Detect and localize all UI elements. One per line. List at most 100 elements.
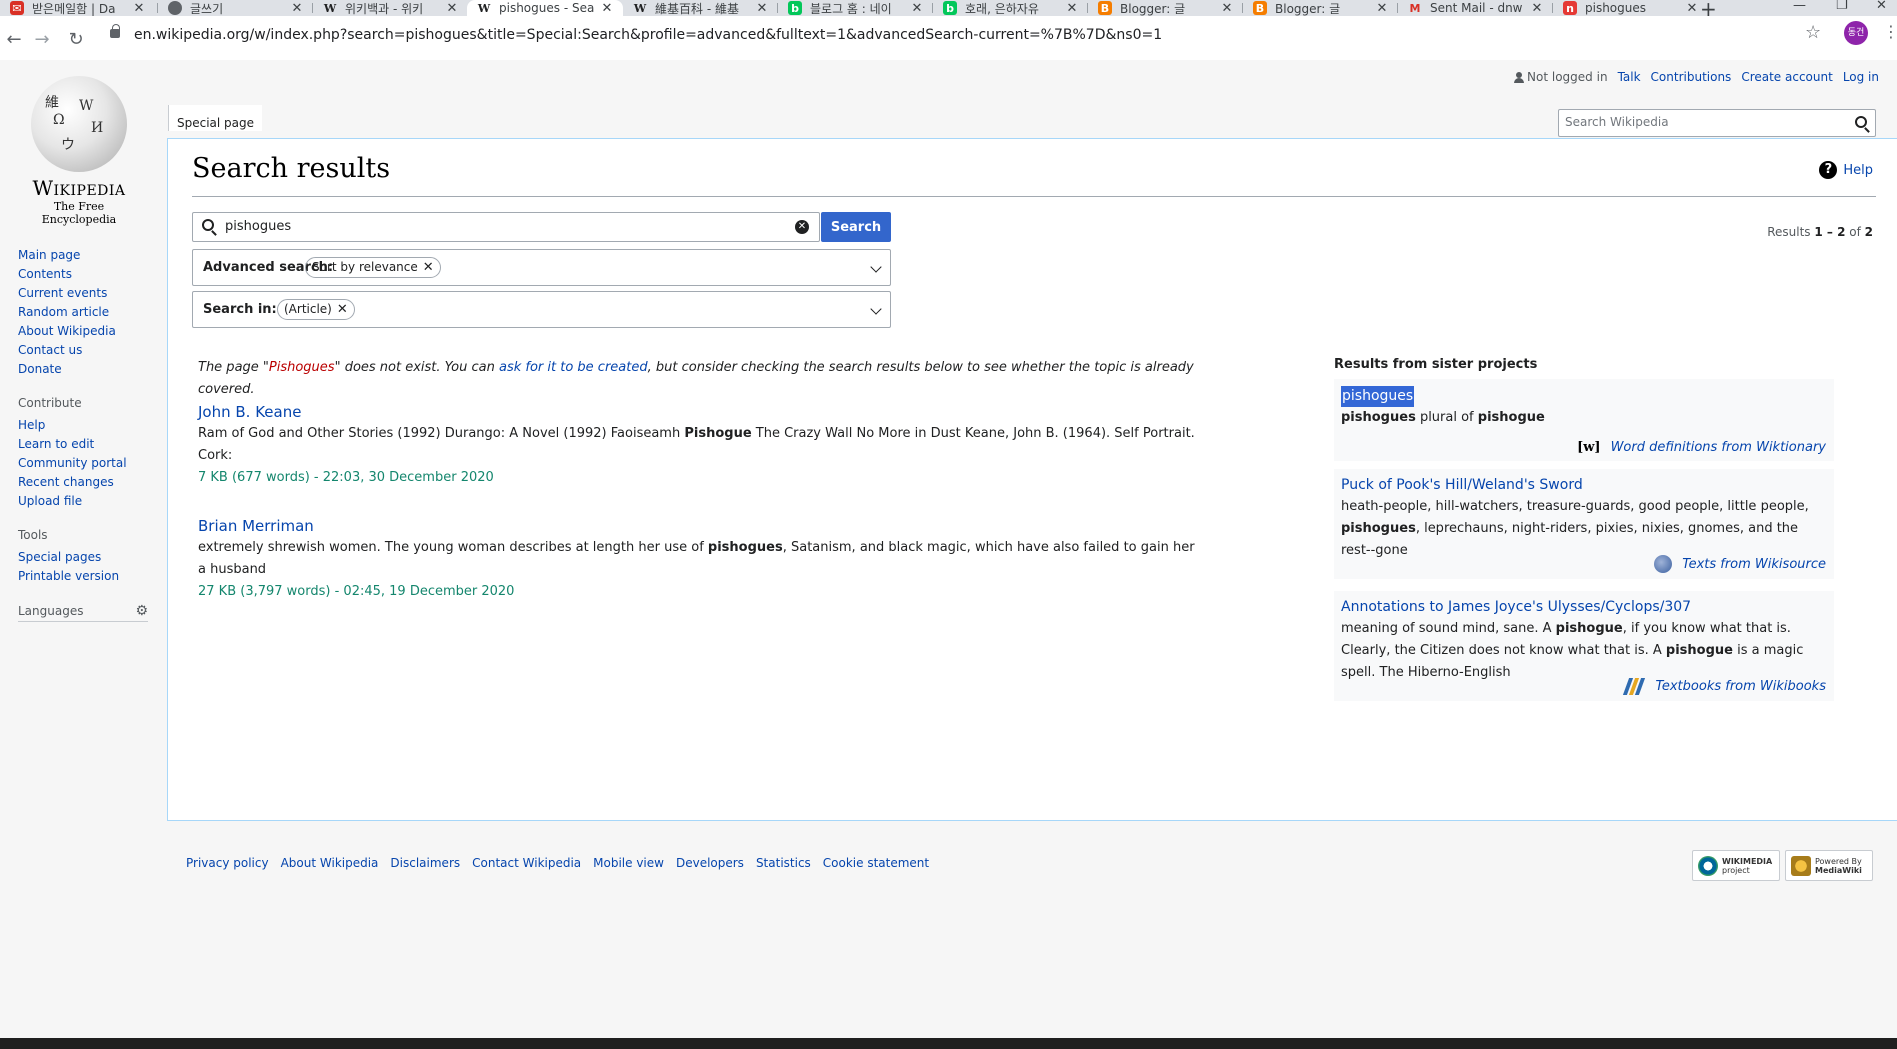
browser-tab[interactable]: W 위키백과 - 위키 ✕ xyxy=(313,0,468,16)
restore-icon[interactable]: ❐ xyxy=(1836,0,1848,13)
sister-result-title[interactable]: Annotations to James Joyce's Ulysses/Cyc… xyxy=(1341,597,1827,618)
powered-by-mediawiki-badge[interactable]: Powered By MediaWiki xyxy=(1785,850,1873,881)
browser-tab[interactable]: M Sent Mail - dnw ✕ xyxy=(1398,0,1553,16)
search-button[interactable]: Search xyxy=(821,212,891,242)
sidebar-item-printable-version[interactable]: Printable version xyxy=(18,567,158,586)
request-article-link[interactable]: ask for it to be created xyxy=(499,360,648,375)
contributions-link[interactable]: Contributions xyxy=(1651,70,1732,84)
languages-label: Languages xyxy=(18,604,84,618)
close-tab-icon[interactable]: ✕ xyxy=(289,1,305,16)
footer-statistics[interactable]: Statistics xyxy=(756,856,811,870)
sidebar-item-current-events[interactable]: Current events xyxy=(18,284,158,303)
sister-source-link[interactable]: Textbooks from Wikibooks xyxy=(1622,677,1826,695)
result-title-link[interactable]: Brian Merriman xyxy=(198,515,1198,537)
search-in-panel[interactable]: Search in: (Article) ✕ xyxy=(192,291,891,328)
browser-tab[interactable]: W 維基百科 - 維基 ✕ xyxy=(623,0,778,16)
sidebar-item-main-page[interactable]: Main page xyxy=(18,246,158,265)
browser-tab[interactable]: b 호래, 은하자유 ✕ xyxy=(933,0,1088,16)
footer-disclaimers[interactable]: Disclaimers xyxy=(390,856,460,870)
profile-avatar[interactable]: 동건 xyxy=(1844,21,1868,45)
browser-tab[interactable]: n pishogues ✕ xyxy=(1553,0,1708,16)
sidebar-item-recent-changes[interactable]: Recent changes xyxy=(18,473,158,492)
wikimedia-icon xyxy=(1698,855,1718,876)
gear-icon[interactable]: ⚙ xyxy=(135,603,148,619)
browser-tab-active[interactable]: W pishogues - Sea ✕ xyxy=(467,0,623,16)
address-bar[interactable]: en.wikipedia.org/w/index.php?search=pish… xyxy=(100,21,1840,51)
wikipedia-icon: W xyxy=(633,1,647,15)
browser-tab[interactable]: ✉ 받은메일함 | Da ✕ xyxy=(0,0,155,16)
footer-about[interactable]: About Wikipedia xyxy=(281,856,379,870)
namespace-chip[interactable]: (Article) ✕ xyxy=(277,299,355,320)
help-link[interactable]: ? Help xyxy=(1819,161,1873,179)
url-text[interactable]: en.wikipedia.org/w/index.php?search=pish… xyxy=(134,27,1162,43)
result-metadata: 27 KB (3,797 words) - 02:45, 19 December… xyxy=(198,584,515,599)
sidebar-item-contact[interactable]: Contact us xyxy=(18,341,158,360)
header-search-input[interactable] xyxy=(1565,115,1845,129)
result-snippet: Ram of God and Other Stories (1992) Dura… xyxy=(198,426,1195,463)
log-in-link[interactable]: Log in xyxy=(1843,70,1879,84)
page-title: Search results xyxy=(192,153,391,184)
talk-link[interactable]: Talk xyxy=(1618,70,1641,84)
close-tab-icon[interactable]: ✕ xyxy=(131,1,147,16)
close-tab-icon[interactable]: ✕ xyxy=(1684,1,1700,16)
tab-special-page[interactable]: Special page xyxy=(168,105,263,131)
sister-source-link[interactable]: Texts from Wikisource xyxy=(1654,555,1826,573)
sidebar-item-contents[interactable]: Contents xyxy=(18,265,158,284)
missing-page-link[interactable]: Pishogues xyxy=(269,360,335,375)
browser-menu-icon[interactable]: ⋮ xyxy=(1883,22,1897,41)
sidebar-item-about[interactable]: About Wikipedia xyxy=(18,322,158,341)
browser-tab[interactable]: B Blogger: 글 ✕ xyxy=(1243,0,1398,16)
browser-tab[interactable]: B Blogger: 글 ✕ xyxy=(1088,0,1243,16)
back-icon[interactable]: ← xyxy=(0,26,28,54)
advanced-search-panel[interactable]: Advanced search: Sort by relevance ✕ xyxy=(192,249,891,286)
chevron-down-icon[interactable] xyxy=(870,261,882,273)
wikipedia-logo[interactable]: Ω W И ウ 維 Wikipedia The Free Encyclopedi… xyxy=(18,76,140,226)
sidebar-item-community-portal[interactable]: Community portal xyxy=(18,454,158,473)
sort-chip[interactable]: Sort by relevance ✕ xyxy=(305,257,441,278)
sidebar-item-help[interactable]: Help xyxy=(18,416,158,435)
wikimedia-project-badge[interactable]: WIKIMEDIA project xyxy=(1692,850,1780,881)
sister-source-link[interactable]: [w] Word definitions from Wiktionary xyxy=(1577,440,1826,455)
close-tab-icon[interactable]: ✕ xyxy=(754,1,770,16)
results-total: 2 xyxy=(1864,225,1873,239)
header-search-box xyxy=(1558,109,1876,137)
footer-contact[interactable]: Contact Wikipedia xyxy=(472,856,581,870)
close-tab-icon[interactable]: ✕ xyxy=(444,1,460,16)
footer-cookie-statement[interactable]: Cookie statement xyxy=(823,856,929,870)
sidebar-item-donate[interactable]: Donate xyxy=(18,360,158,379)
search-icon[interactable] xyxy=(1855,116,1867,128)
close-tab-icon[interactable]: ✕ xyxy=(1064,1,1080,16)
clear-search-icon[interactable]: ✕ xyxy=(795,220,809,234)
chevron-down-icon[interactable] xyxy=(870,303,882,315)
sister-source-label: Textbooks from Wikibooks xyxy=(1655,678,1826,694)
reload-icon[interactable]: ↻ xyxy=(62,26,90,54)
new-tab-icon[interactable]: + xyxy=(1700,0,1717,16)
footer-developers[interactable]: Developers xyxy=(676,856,744,870)
close-tab-icon[interactable]: ✕ xyxy=(909,1,925,16)
browser-tab[interactable]: 글쓰기 ✕ xyxy=(158,0,313,16)
bookmark-star-icon[interactable]: ☆ xyxy=(1805,22,1821,43)
window-close-icon[interactable]: ✕ xyxy=(1876,0,1887,13)
close-tab-icon[interactable]: ✕ xyxy=(1529,1,1545,16)
wikipedia-tagline: The Free Encyclopedia xyxy=(41,200,117,226)
footer-mobile-view[interactable]: Mobile view xyxy=(593,856,664,870)
result-title-link[interactable]: John B. Keane xyxy=(198,401,1198,423)
sidebar-item-learn-to-edit[interactable]: Learn to edit xyxy=(18,435,158,454)
sidebar-item-random-article[interactable]: Random article xyxy=(18,303,158,322)
minimize-icon[interactable]: — xyxy=(1793,0,1806,13)
tab-title: 維基百科 - 維基 xyxy=(655,1,739,16)
sidebar-item-special-pages[interactable]: Special pages xyxy=(18,548,158,567)
search-input[interactable] xyxy=(225,219,785,234)
sister-result-title[interactable]: pishogues xyxy=(1341,386,1415,407)
sidebar-item-upload-file[interactable]: Upload file xyxy=(18,492,158,511)
close-tab-icon[interactable]: ✕ xyxy=(599,1,615,16)
remove-chip-icon[interactable]: ✕ xyxy=(423,258,434,277)
forward-icon[interactable]: → xyxy=(28,26,56,54)
remove-chip-icon[interactable]: ✕ xyxy=(337,300,348,319)
create-account-link[interactable]: Create account xyxy=(1741,70,1833,84)
browser-tab[interactable]: b 블로그 홈 : 네이 ✕ xyxy=(778,0,933,16)
close-tab-icon[interactable]: ✕ xyxy=(1374,1,1390,16)
sister-result-title[interactable]: Puck of Pook's Hill/Weland's Sword xyxy=(1341,475,1827,496)
close-tab-icon[interactable]: ✕ xyxy=(1219,1,1235,16)
footer-privacy-policy[interactable]: Privacy policy xyxy=(186,856,269,870)
